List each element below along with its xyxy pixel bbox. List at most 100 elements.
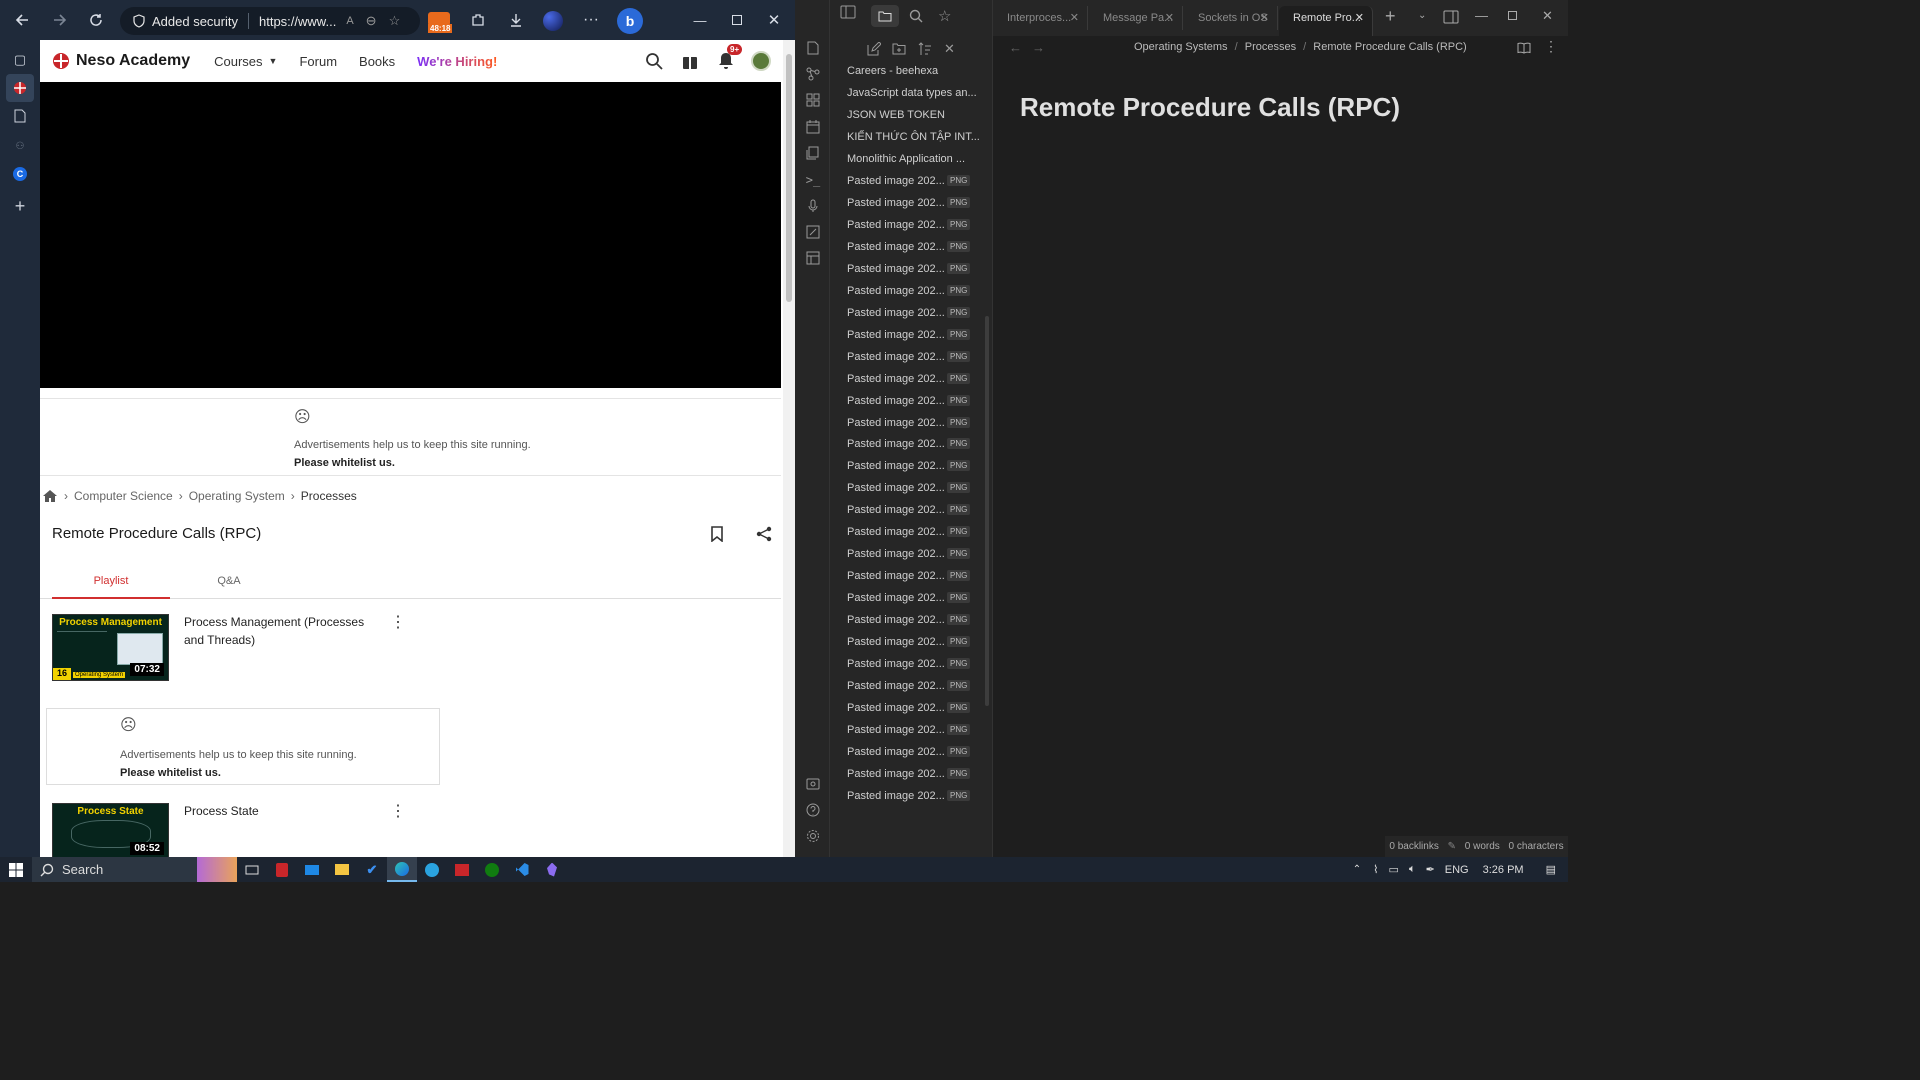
nav-forward-icon[interactable]: →	[1032, 40, 1045, 55]
more-menu-icon[interactable]: ···	[573, 2, 609, 38]
files-tab-folder-icon[interactable]	[871, 5, 899, 27]
file-item[interactable]: Pasted image 202... PNG	[847, 719, 987, 741]
file-item[interactable]: KIẾN THỨC ÔN TẬP INT...	[847, 126, 987, 148]
file-item[interactable]: Pasted image 202... PNG	[847, 521, 987, 543]
tab-sockets[interactable]: Sockets in OS ✕	[1184, 6, 1278, 30]
chevron-up-icon[interactable]: ⌃	[1353, 864, 1361, 875]
file-item[interactable]: Pasted image 202... PNG	[847, 258, 987, 280]
playlist-thumbnail[interactable]: Process Management 16 Operating System 0…	[52, 614, 169, 681]
file-item[interactable]: Pasted image 202... PNG	[847, 346, 987, 368]
more-vert-icon[interactable]: ⋮	[390, 804, 406, 820]
more-options-icon[interactable]: ⋮	[1544, 38, 1558, 55]
tab-interprocess[interactable]: Interproces... ✕	[993, 6, 1088, 30]
more-vert-icon[interactable]: ⋮	[390, 615, 406, 631]
file-item[interactable]: Pasted image 202... PNG	[847, 675, 987, 697]
favorite-add-icon[interactable]: ☆	[389, 13, 401, 29]
terminal-icon[interactable]: >_	[803, 170, 823, 190]
c-tab-icon[interactable]: C	[6, 160, 34, 188]
file-item[interactable]: Pasted image 202... PNG	[847, 543, 987, 565]
file-item[interactable]: JSON WEB TOKEN	[847, 104, 987, 126]
toggle-sidebar-icon[interactable]	[840, 5, 862, 27]
file-item[interactable]: Careers - beehexa	[847, 60, 987, 82]
close-tab-icon[interactable]: ✕	[1355, 6, 1364, 30]
collapse-all-icon[interactable]: ✕	[944, 41, 955, 57]
close-icon[interactable]: ✕	[756, 2, 792, 38]
refresh-icon[interactable]	[78, 2, 114, 38]
new-tab-icon[interactable]: +	[6, 192, 34, 220]
file-item[interactable]: Pasted image 202... PNG	[847, 609, 987, 631]
toggle-right-sidebar-icon[interactable]	[1443, 10, 1459, 24]
help-icon[interactable]	[803, 800, 823, 820]
edge-icon[interactable]	[387, 857, 417, 882]
slides-icon[interactable]	[803, 222, 823, 242]
file-item[interactable]: Pasted image 202... PNG	[847, 170, 987, 192]
tab-remote-procedure[interactable]: Remote Pro... ✕	[1279, 6, 1373, 36]
close-tab-icon[interactable]: ✕	[1165, 6, 1174, 30]
new-tab-icon[interactable]: +	[1385, 6, 1396, 27]
taskbar-search[interactable]: Search	[32, 857, 237, 882]
file-item[interactable]: Pasted image 202... PNG	[847, 192, 987, 214]
read-aloud-icon[interactable]: A	[346, 15, 353, 27]
new-note-icon[interactable]	[867, 42, 881, 56]
search-icon[interactable]	[909, 9, 923, 23]
search-icon[interactable]	[645, 52, 663, 70]
file-item[interactable]: Pasted image 202... PNG	[847, 631, 987, 653]
file-item[interactable]: Pasted image 202... PNG	[847, 763, 987, 785]
file-item[interactable]: Pasted image 202... PNG	[847, 697, 987, 719]
close-tab-icon[interactable]: ✕	[1260, 6, 1269, 30]
backlinks-count[interactable]: 0 backlinks	[1389, 841, 1438, 852]
file-item[interactable]: Pasted image 202... PNG	[847, 302, 987, 324]
nav-forum[interactable]: Forum	[299, 54, 337, 69]
back-icon[interactable]	[4, 2, 40, 38]
volume-icon[interactable]: 🔈︎	[1409, 863, 1416, 876]
mail-icon[interactable]	[297, 857, 327, 882]
bookmarks-star-icon[interactable]: ☆	[938, 7, 951, 25]
neso-tab-icon[interactable]	[6, 74, 34, 102]
forward-icon[interactable]	[42, 2, 78, 38]
gift-icon[interactable]	[682, 52, 698, 70]
sort-icon[interactable]	[918, 42, 932, 56]
avatar[interactable]	[751, 51, 771, 71]
edit-pencil-icon[interactable]: ✎	[1448, 841, 1456, 852]
notification-center-icon[interactable]: ▤	[1546, 863, 1556, 876]
templates-icon[interactable]	[803, 143, 823, 163]
language-indicator[interactable]: ENG	[1445, 864, 1469, 876]
timer-extension-icon[interactable]: 48:18	[428, 10, 453, 34]
telegram-icon[interactable]	[417, 857, 447, 882]
nav-back-icon[interactable]: ←	[1009, 40, 1022, 55]
xbox-icon[interactable]	[477, 857, 507, 882]
address-bar[interactable]: Added security https://www... A ⊖ ☆	[120, 7, 420, 35]
obsidian-icon[interactable]	[537, 857, 567, 882]
app-icon-pinned-a[interactable]	[267, 857, 297, 882]
note-title[interactable]: Remote Procedure Calls (RPC)	[1020, 92, 1400, 123]
tab-playlist[interactable]: Playlist	[52, 565, 170, 599]
file-item[interactable]: JavaScript data types an...	[847, 82, 987, 104]
file-item[interactable]: Pasted image 202... PNG	[847, 499, 987, 521]
share-icon[interactable]	[756, 526, 772, 542]
settings-gear-icon[interactable]	[803, 826, 823, 846]
minimize-icon[interactable]: —	[682, 2, 718, 38]
playlist-item-title[interactable]: Process State	[184, 802, 259, 820]
tab-actions-icon[interactable]: ▢	[6, 46, 34, 74]
chevron-down-icon[interactable]: ⌄	[1418, 10, 1426, 21]
bing-icon[interactable]: b	[617, 8, 643, 34]
file-item[interactable]: Pasted image 202... PNG	[847, 324, 987, 346]
app-icon-red[interactable]	[447, 857, 477, 882]
breadcrumb-item[interactable]: Computer Science	[74, 489, 173, 503]
file-item[interactable]: Pasted image 202... PNG	[847, 390, 987, 412]
todo-icon[interactable]: ✔	[357, 857, 387, 882]
file-item[interactable]: Pasted image 202... PNG	[847, 368, 987, 390]
file-item[interactable]: Pasted image 202... PNG	[847, 412, 987, 434]
maximize-icon[interactable]	[719, 2, 755, 38]
file-item[interactable]: Monolithic Application ...	[847, 148, 987, 170]
breadcrumb-item[interactable]: Operating Systems	[1134, 41, 1228, 53]
file-item[interactable]: Pasted image 202... PNG	[847, 477, 987, 499]
bookmark-icon[interactable]	[710, 526, 724, 542]
site-logo[interactable]: Neso Academy	[52, 52, 190, 70]
file-item[interactable]: Pasted image 202... PNG	[847, 565, 987, 587]
zoom-icon[interactable]: ⊖	[366, 13, 377, 29]
file-item[interactable]: Pasted image 202... PNG	[847, 280, 987, 302]
close-tab-icon[interactable]: ✕	[1070, 6, 1079, 30]
tab-message-passing[interactable]: Message Pa... ✕	[1089, 6, 1183, 30]
explorer-scrollbar[interactable]	[985, 316, 989, 706]
